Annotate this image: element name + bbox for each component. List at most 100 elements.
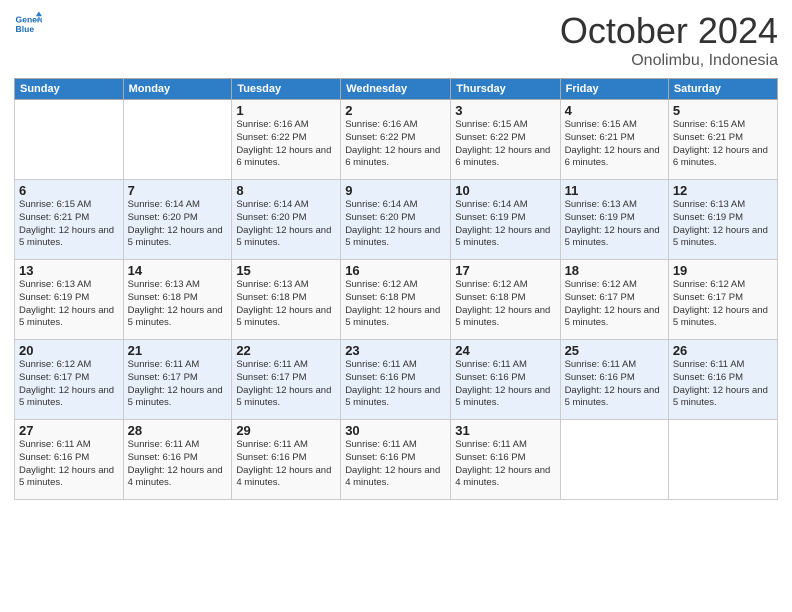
calendar-cell: 12Sunrise: 6:13 AM Sunset: 6:19 PM Dayli… [668,180,777,260]
title-block: October 2024 Onolimbu, Indonesia [560,10,778,70]
header-tuesday: Tuesday [232,79,341,100]
day-info: Sunrise: 6:11 AM Sunset: 6:16 PM Dayligh… [565,359,664,410]
month-title: October 2024 [560,10,778,52]
calendar-week-row: 6Sunrise: 6:15 AM Sunset: 6:21 PM Daylig… [15,180,778,260]
day-number: 31 [455,423,555,438]
day-number: 29 [236,423,336,438]
day-info: Sunrise: 6:13 AM Sunset: 6:18 PM Dayligh… [236,279,336,330]
calendar-cell: 2Sunrise: 6:16 AM Sunset: 6:22 PM Daylig… [341,100,451,180]
day-info: Sunrise: 6:14 AM Sunset: 6:19 PM Dayligh… [455,199,555,250]
calendar-cell: 21Sunrise: 6:11 AM Sunset: 6:17 PM Dayli… [123,340,232,420]
logo-icon: General Blue [14,10,42,38]
calendar-table: Sunday Monday Tuesday Wednesday Thursday… [14,78,778,500]
day-number: 17 [455,263,555,278]
calendar-cell: 6Sunrise: 6:15 AM Sunset: 6:21 PM Daylig… [15,180,124,260]
day-info: Sunrise: 6:11 AM Sunset: 6:16 PM Dayligh… [455,359,555,410]
day-info: Sunrise: 6:11 AM Sunset: 6:16 PM Dayligh… [345,359,446,410]
day-number: 16 [345,263,446,278]
day-info: Sunrise: 6:12 AM Sunset: 6:17 PM Dayligh… [565,279,664,330]
calendar-week-row: 1Sunrise: 6:16 AM Sunset: 6:22 PM Daylig… [15,100,778,180]
day-info: Sunrise: 6:12 AM Sunset: 6:17 PM Dayligh… [673,279,773,330]
day-number: 15 [236,263,336,278]
day-info: Sunrise: 6:11 AM Sunset: 6:17 PM Dayligh… [128,359,228,410]
day-info: Sunrise: 6:13 AM Sunset: 6:19 PM Dayligh… [673,199,773,250]
svg-text:Blue: Blue [16,24,35,34]
day-number: 2 [345,103,446,118]
day-number: 10 [455,183,555,198]
header-sunday: Sunday [15,79,124,100]
header: General Blue October 2024 Onolimbu, Indo… [14,10,778,70]
calendar-cell: 25Sunrise: 6:11 AM Sunset: 6:16 PM Dayli… [560,340,668,420]
calendar-cell: 28Sunrise: 6:11 AM Sunset: 6:16 PM Dayli… [123,420,232,500]
calendar-cell [15,100,124,180]
day-number: 1 [236,103,336,118]
header-saturday: Saturday [668,79,777,100]
calendar-cell [123,100,232,180]
day-number: 18 [565,263,664,278]
day-info: Sunrise: 6:11 AM Sunset: 6:16 PM Dayligh… [345,439,446,490]
day-info: Sunrise: 6:11 AM Sunset: 6:16 PM Dayligh… [19,439,119,490]
day-number: 19 [673,263,773,278]
day-info: Sunrise: 6:11 AM Sunset: 6:16 PM Dayligh… [128,439,228,490]
day-info: Sunrise: 6:12 AM Sunset: 6:18 PM Dayligh… [345,279,446,330]
day-info: Sunrise: 6:11 AM Sunset: 6:16 PM Dayligh… [455,439,555,490]
header-wednesday: Wednesday [341,79,451,100]
day-number: 22 [236,343,336,358]
day-info: Sunrise: 6:11 AM Sunset: 6:16 PM Dayligh… [236,439,336,490]
calendar-cell: 5Sunrise: 6:15 AM Sunset: 6:21 PM Daylig… [668,100,777,180]
day-number: 12 [673,183,773,198]
calendar-week-row: 13Sunrise: 6:13 AM Sunset: 6:19 PM Dayli… [15,260,778,340]
day-number: 24 [455,343,555,358]
day-number: 30 [345,423,446,438]
day-number: 20 [19,343,119,358]
day-number: 6 [19,183,119,198]
weekday-header-row: Sunday Monday Tuesday Wednesday Thursday… [15,79,778,100]
day-number: 27 [19,423,119,438]
calendar-cell: 26Sunrise: 6:11 AM Sunset: 6:16 PM Dayli… [668,340,777,420]
day-info: Sunrise: 6:14 AM Sunset: 6:20 PM Dayligh… [236,199,336,250]
day-number: 5 [673,103,773,118]
day-number: 26 [673,343,773,358]
day-number: 11 [565,183,664,198]
day-number: 21 [128,343,228,358]
calendar-cell: 22Sunrise: 6:11 AM Sunset: 6:17 PM Dayli… [232,340,341,420]
calendar-cell: 3Sunrise: 6:15 AM Sunset: 6:22 PM Daylig… [451,100,560,180]
day-info: Sunrise: 6:13 AM Sunset: 6:19 PM Dayligh… [19,279,119,330]
calendar-cell: 10Sunrise: 6:14 AM Sunset: 6:19 PM Dayli… [451,180,560,260]
header-friday: Friday [560,79,668,100]
calendar-week-row: 27Sunrise: 6:11 AM Sunset: 6:16 PM Dayli… [15,420,778,500]
calendar-cell: 31Sunrise: 6:11 AM Sunset: 6:16 PM Dayli… [451,420,560,500]
calendar-cell: 20Sunrise: 6:12 AM Sunset: 6:17 PM Dayli… [15,340,124,420]
calendar-cell [560,420,668,500]
day-info: Sunrise: 6:15 AM Sunset: 6:21 PM Dayligh… [19,199,119,250]
header-thursday: Thursday [451,79,560,100]
calendar-cell: 13Sunrise: 6:13 AM Sunset: 6:19 PM Dayli… [15,260,124,340]
day-info: Sunrise: 6:12 AM Sunset: 6:17 PM Dayligh… [19,359,119,410]
header-monday: Monday [123,79,232,100]
day-info: Sunrise: 6:15 AM Sunset: 6:21 PM Dayligh… [565,119,664,170]
calendar-cell [668,420,777,500]
day-number: 4 [565,103,664,118]
day-number: 28 [128,423,228,438]
day-info: Sunrise: 6:11 AM Sunset: 6:16 PM Dayligh… [673,359,773,410]
day-number: 14 [128,263,228,278]
calendar-cell: 29Sunrise: 6:11 AM Sunset: 6:16 PM Dayli… [232,420,341,500]
logo: General Blue [14,10,42,38]
calendar-cell: 14Sunrise: 6:13 AM Sunset: 6:18 PM Dayli… [123,260,232,340]
day-info: Sunrise: 6:14 AM Sunset: 6:20 PM Dayligh… [128,199,228,250]
day-info: Sunrise: 6:16 AM Sunset: 6:22 PM Dayligh… [345,119,446,170]
calendar-cell: 16Sunrise: 6:12 AM Sunset: 6:18 PM Dayli… [341,260,451,340]
calendar-cell: 30Sunrise: 6:11 AM Sunset: 6:16 PM Dayli… [341,420,451,500]
day-info: Sunrise: 6:16 AM Sunset: 6:22 PM Dayligh… [236,119,336,170]
day-number: 7 [128,183,228,198]
day-info: Sunrise: 6:11 AM Sunset: 6:17 PM Dayligh… [236,359,336,410]
day-info: Sunrise: 6:12 AM Sunset: 6:18 PM Dayligh… [455,279,555,330]
calendar-cell: 1Sunrise: 6:16 AM Sunset: 6:22 PM Daylig… [232,100,341,180]
calendar-cell: 17Sunrise: 6:12 AM Sunset: 6:18 PM Dayli… [451,260,560,340]
day-number: 25 [565,343,664,358]
day-info: Sunrise: 6:14 AM Sunset: 6:20 PM Dayligh… [345,199,446,250]
calendar-cell: 11Sunrise: 6:13 AM Sunset: 6:19 PM Dayli… [560,180,668,260]
calendar-cell: 24Sunrise: 6:11 AM Sunset: 6:16 PM Dayli… [451,340,560,420]
calendar-cell: 4Sunrise: 6:15 AM Sunset: 6:21 PM Daylig… [560,100,668,180]
calendar-cell: 15Sunrise: 6:13 AM Sunset: 6:18 PM Dayli… [232,260,341,340]
